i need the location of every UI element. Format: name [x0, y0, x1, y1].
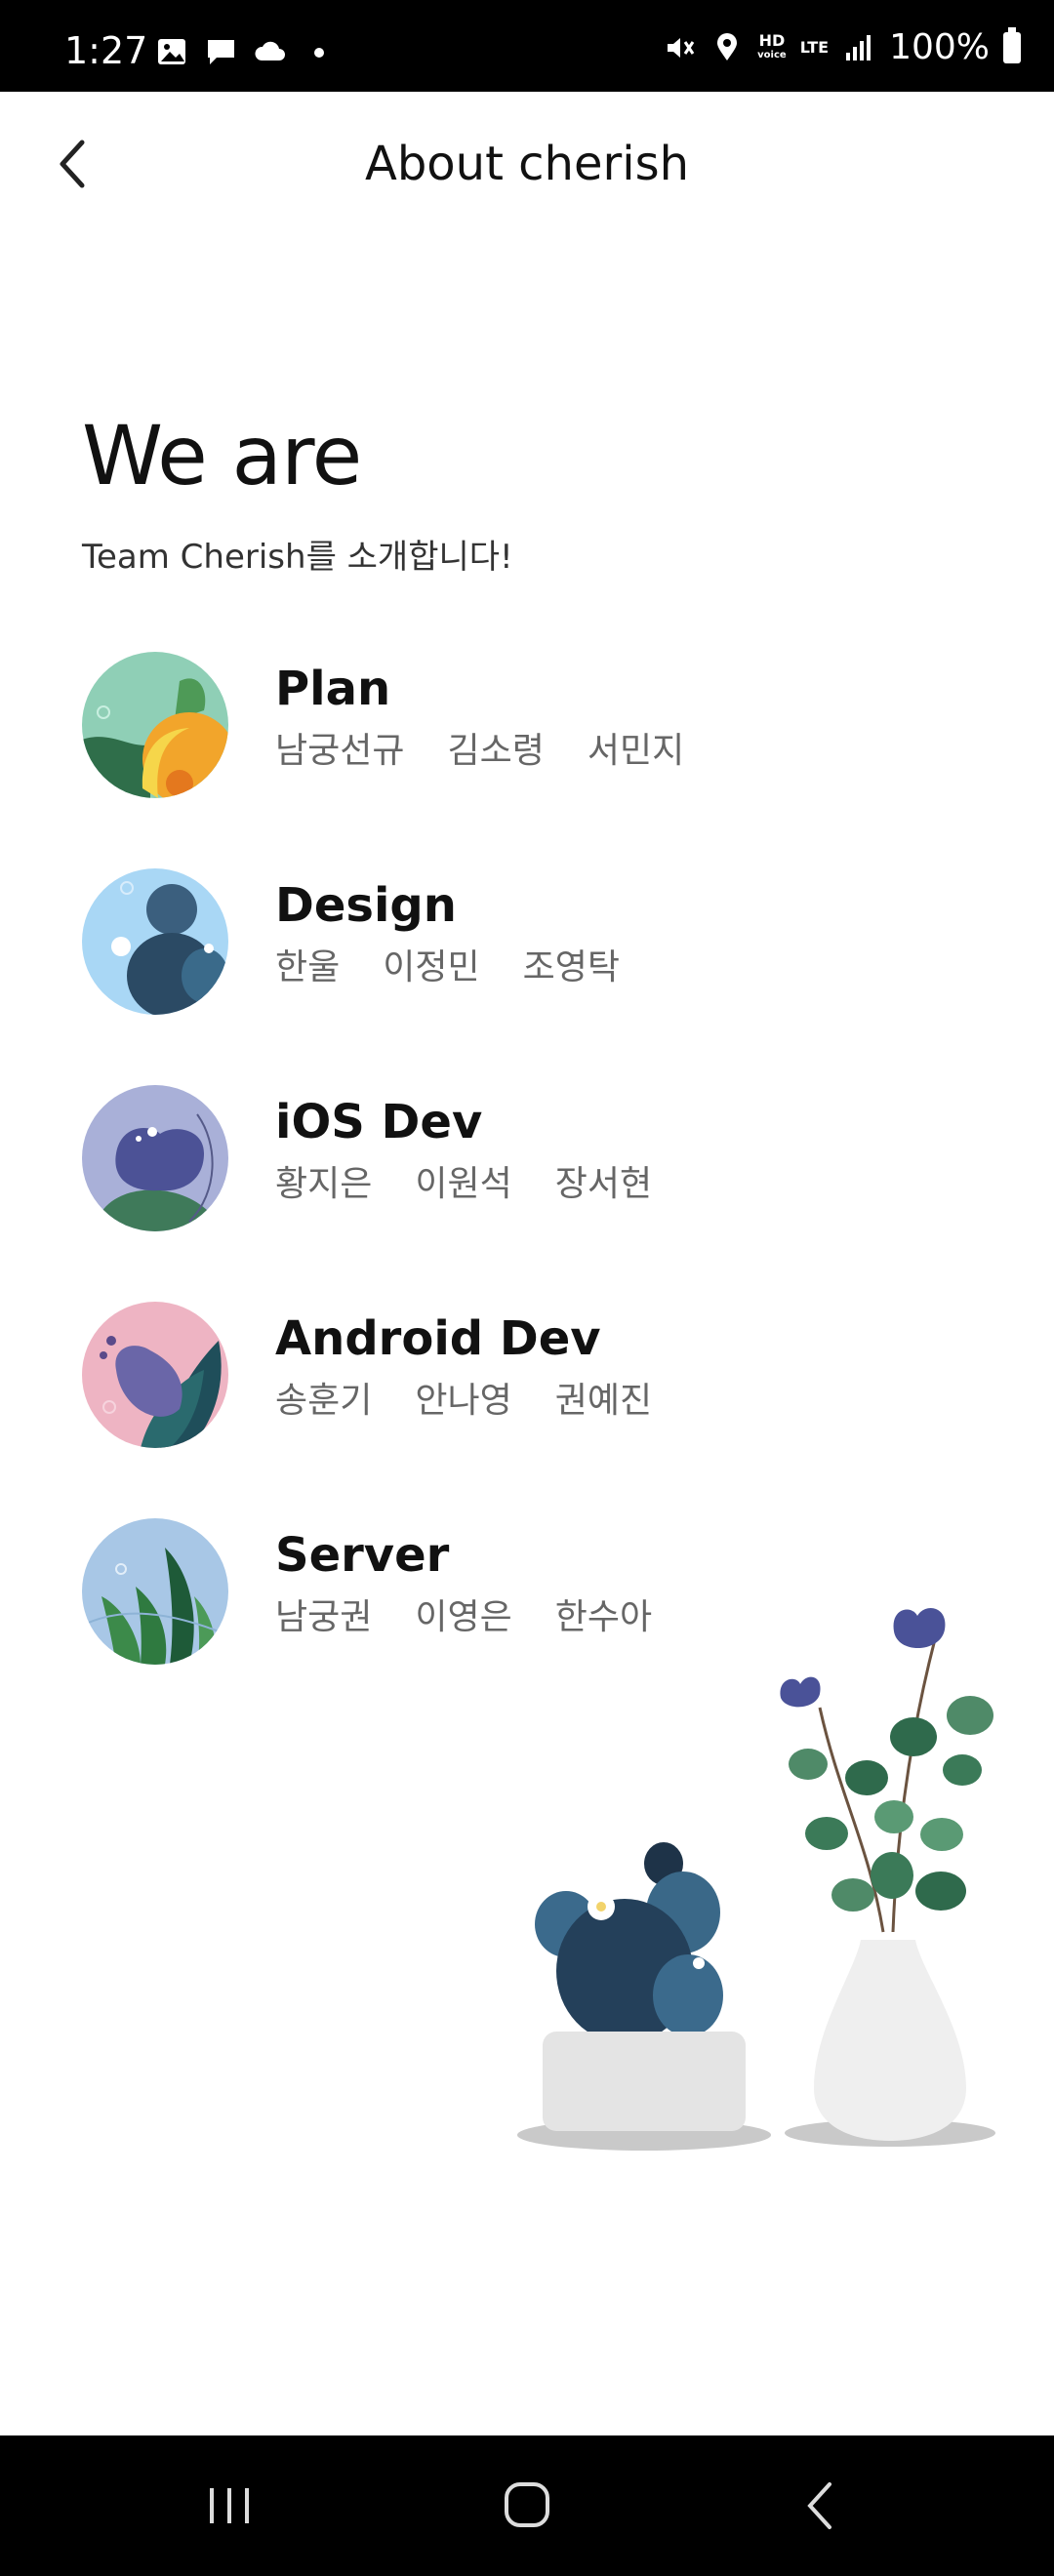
cloud-icon: [255, 41, 285, 60]
dot-icon: [314, 48, 324, 58]
battery-percent: 100%: [889, 27, 990, 67]
hero-subtitle: Team Cherish를 소개합니다!: [82, 538, 513, 577]
signal-icon: [846, 34, 872, 60]
notification-icons: [156, 37, 336, 66]
status-bar: 1:27 HD voice LTE 100%: [0, 0, 1054, 92]
team-name-plan: Plan: [275, 662, 391, 716]
hd-label: HD: [758, 30, 786, 50]
member-name: 송훈기: [275, 1381, 373, 1421]
member-name: 남궁선규: [275, 731, 405, 771]
team-item-plan: Plan 남궁선규 김소령 서민지: [82, 652, 960, 798]
battery-icon: [1003, 26, 1021, 63]
member-name: 한울: [275, 947, 341, 987]
team-members-design: 한울 이정민 조영탁: [275, 939, 620, 989]
plant-illustration-icon: [82, 652, 228, 798]
member-name: 황지은: [275, 1164, 373, 1204]
message-icon: [208, 40, 234, 64]
team-avatar-ios-dev: [82, 1085, 228, 1231]
recent-apps-icon[interactable]: [195, 2476, 264, 2535]
hero-title: We are: [82, 408, 362, 503]
potted-plants-illustration: [517, 1607, 995, 2151]
member-name: 이영은: [415, 1597, 512, 1637]
member-name: 장서현: [554, 1164, 653, 1204]
status-time: 1:27: [64, 29, 148, 72]
member-name: 권예진: [554, 1381, 653, 1421]
voice-label: voice: [757, 49, 787, 60]
gallery-icon: [158, 39, 185, 64]
flower-illustration-icon: [82, 1085, 228, 1231]
team-name-android-dev: Android Dev: [275, 1311, 601, 1366]
hd-voice-indicator: HD voice: [757, 30, 787, 62]
tulip-illustration-icon: [82, 1302, 228, 1448]
team-members-ios-dev: 황지은 이원석 장서현: [275, 1155, 652, 1206]
nav-back-icon[interactable]: [789, 2476, 857, 2535]
cactus-illustration-icon: [82, 868, 228, 1015]
team-name-ios-dev: iOS Dev: [275, 1095, 483, 1149]
team-members-android-dev: 송훈기 안나영 권예진: [275, 1372, 652, 1423]
home-icon[interactable]: [493, 2476, 561, 2535]
leaves-illustration-icon: [82, 1518, 228, 1665]
mute-vibrate-icon: [668, 37, 695, 58]
member-name: 남궁권: [275, 1597, 373, 1637]
team-item-ios-dev: iOS Dev 황지은 이원석 장서현: [82, 1085, 960, 1231]
team-name-server: Server: [275, 1528, 450, 1583]
member-name: 서민지: [587, 731, 685, 771]
team-avatar-design: [82, 868, 228, 1015]
member-name: 안나영: [415, 1381, 512, 1421]
team-avatar-android-dev: [82, 1302, 228, 1448]
member-name: 김소령: [447, 731, 545, 771]
team-name-design: Design: [275, 878, 457, 933]
team-avatar-plan: [82, 652, 228, 798]
team-avatar-server: [82, 1518, 228, 1665]
team-item-android-dev: Android Dev 송훈기 안나영 권예진: [82, 1302, 960, 1448]
system-icons: HD voice LTE 100%: [664, 26, 1021, 67]
member-name: 이원석: [415, 1164, 512, 1204]
location-icon: [717, 32, 738, 60]
member-name: 이정민: [383, 947, 480, 987]
page-title: About cherish: [364, 137, 689, 191]
member-name: 조영탁: [522, 947, 620, 987]
team-item-design: Design 한울 이정민 조영탁: [82, 868, 960, 1015]
lte-indicator: LTE: [799, 38, 830, 57]
system-navigation-bar: [0, 2435, 1054, 2576]
app-header: About cherish: [0, 92, 1054, 238]
team-members-plan: 남궁선규 김소령 서민지: [275, 722, 684, 773]
